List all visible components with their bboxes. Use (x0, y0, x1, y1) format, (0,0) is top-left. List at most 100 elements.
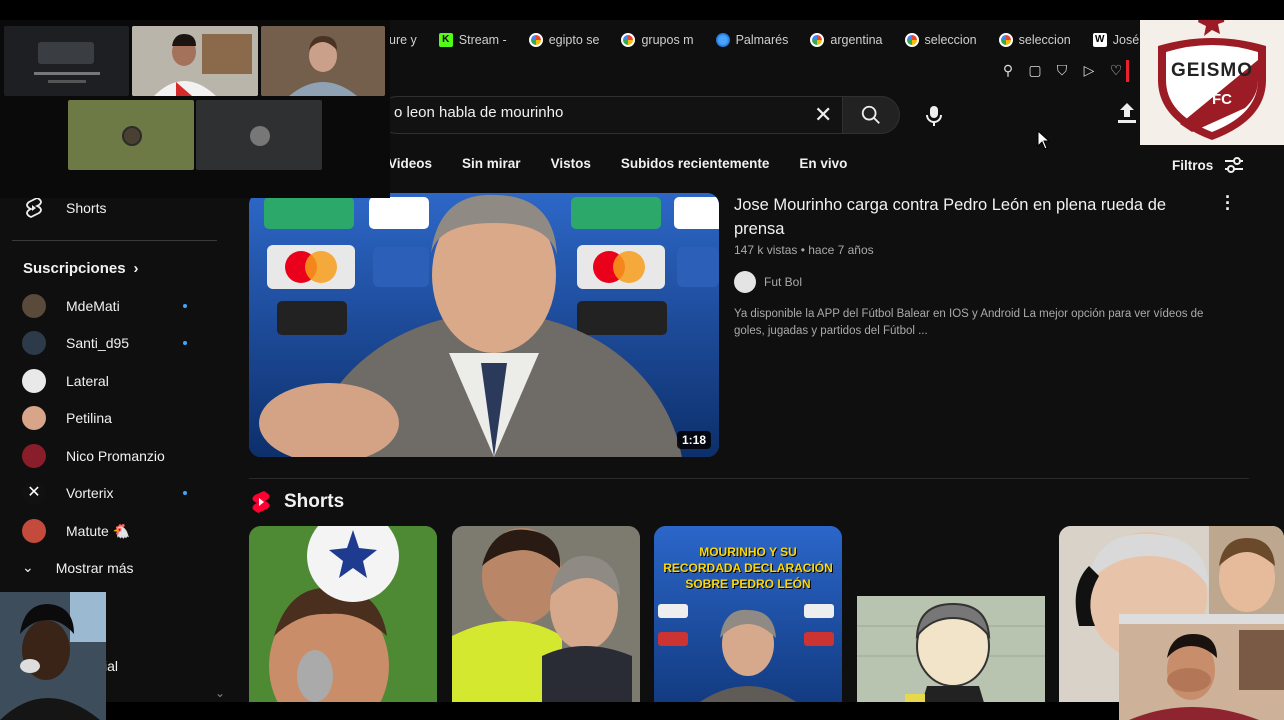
short-overlay-text: MOURINHO Y SU RECORDADA DECLARACIÓN SOBR… (663, 545, 833, 591)
participant-video (132, 26, 258, 96)
call-tile (4, 26, 129, 96)
webcam-overlay (1119, 614, 1284, 720)
short-card[interactable] (857, 526, 1045, 706)
short-card[interactable] (249, 526, 437, 706)
sidebar-item-label: ial (104, 658, 119, 674)
microphone-icon (926, 106, 942, 126)
shorts-icon (26, 196, 42, 219)
chip-sin-mirar[interactable]: Sin mirar (462, 156, 521, 171)
avatar (22, 444, 46, 468)
search-button[interactable] (842, 96, 900, 134)
subscription-item[interactable]: Lateral (22, 369, 109, 393)
short-card[interactable]: MOURINHO Y SU RECORDADA DECLARACIÓN SOBR… (654, 526, 842, 706)
subscription-item[interactable]: ✕ Vorterix (22, 481, 113, 505)
browser-tab[interactable]: argentina (801, 26, 891, 54)
screenshot-icon[interactable]: ▢ (1027, 62, 1043, 79)
shield-icon[interactable]: ⛉ (1054, 62, 1070, 79)
browser-tab[interactable]: seleccion (990, 26, 1080, 54)
video-metadata: 147 k vistas • hace 7 años (734, 243, 874, 257)
stream-frame-edge (0, 0, 1284, 20)
divider (12, 240, 217, 241)
mouse-cursor-icon (1037, 130, 1051, 150)
browser-extension-bar: ⚲ ▢ ⛉ ▷ ♡ (1000, 62, 1124, 79)
stream-frame-edge (106, 702, 1119, 720)
call-tile-graphic (38, 42, 94, 64)
browser-tab[interactable]: K Stream - (430, 26, 516, 54)
new-content-dot (183, 341, 187, 345)
video-thumbnail[interactable]: 1:18 (249, 193, 719, 457)
screen: ure y K Stream - egipto se grupos m Palma… (0, 0, 1284, 720)
browser-tab-strip: ure y K Stream - egipto se grupos m Palma… (380, 22, 1140, 58)
kick-icon: K (438, 33, 453, 47)
sidebar-item-shorts[interactable]: Shorts (22, 196, 106, 220)
video-call-overlay (0, 20, 390, 198)
chip-videos[interactable]: Videos (388, 156, 432, 171)
filter-chips: Videos Sin mirar Vistos Subidos reciente… (388, 156, 847, 171)
avatar (22, 331, 46, 355)
avatar (734, 271, 756, 293)
pin-icon[interactable]: ⚲ (1000, 62, 1016, 79)
participant-video (261, 26, 385, 96)
call-tile (132, 26, 258, 96)
club-logo-subtext: FC (1212, 91, 1232, 108)
club-logo-text: GEISMO (1170, 60, 1253, 81)
wikipedia-icon: W (1092, 33, 1107, 47)
call-tile-caption (34, 72, 100, 75)
avatar (22, 294, 46, 318)
browser-tab[interactable]: grupos m (612, 26, 702, 54)
more-actions-icon[interactable]: · · · (1220, 188, 1236, 218)
show-more-button[interactable]: ⌄ Mostrar más (22, 559, 134, 576)
browser-tab[interactable]: Palmarés (707, 26, 798, 54)
avatar: ✕ (22, 481, 46, 505)
chip-vistos[interactable]: Vistos (551, 156, 591, 171)
avatar (22, 406, 46, 430)
avatar (122, 126, 142, 146)
subscription-item[interactable]: Petilina (22, 406, 112, 430)
send-icon[interactable]: ▷ (1081, 62, 1097, 79)
divider (249, 478, 1249, 479)
chevron-right-icon: › (133, 260, 139, 277)
subscriptions-header[interactable]: Suscripciones › (23, 260, 139, 277)
video-title[interactable]: Jose Mourinho carga contra Pedro León en… (734, 193, 1194, 241)
subscription-item[interactable]: MdeMati (22, 294, 120, 318)
google-icon (528, 33, 543, 47)
channel-link[interactable]: Fut Bol (734, 271, 802, 293)
chevron-down-icon: ⌄ (215, 686, 226, 700)
globe-icon (715, 33, 730, 47)
sliders-icon (1225, 157, 1244, 173)
google-icon (904, 33, 919, 47)
short-thumbnail (857, 526, 1045, 706)
browser-tab[interactable]: seleccion (896, 26, 986, 54)
google-icon (810, 33, 825, 47)
short-thumbnail (249, 526, 437, 706)
chevron-down-icon: ⌄ (22, 559, 34, 575)
new-content-dot (183, 304, 187, 308)
webcam-video (0, 592, 106, 720)
shorts-shelf-header: Shorts (250, 490, 344, 514)
chip-subidos-recientemente[interactable]: Subidos recientemente (621, 156, 770, 171)
close-icon[interactable]: ✕ (814, 102, 832, 128)
subscription-item[interactable]: Santi_d95 (22, 331, 129, 355)
google-icon (998, 33, 1013, 47)
short-card[interactable] (452, 526, 640, 706)
filters-button[interactable]: Filtros (1172, 156, 1245, 174)
thumbnail-image (249, 193, 719, 457)
browser-tab[interactable]: egipto se (520, 26, 609, 54)
video-description: Ya disponible la APP del Fútbol Balear e… (734, 308, 1204, 337)
club-logo: GEISMO FC (1140, 0, 1284, 145)
call-tile (261, 26, 385, 96)
voice-search-button[interactable] (914, 96, 954, 136)
google-icon (621, 33, 636, 47)
search-input[interactable]: o leon habla de mourinho (394, 104, 563, 121)
call-tile (68, 100, 194, 170)
avatar (22, 369, 46, 393)
avatar (250, 126, 270, 146)
heart-icon[interactable]: ♡ (1108, 62, 1124, 79)
upload-icon[interactable] (1114, 100, 1140, 126)
browser-tab[interactable]: WJosé Luis (1084, 26, 1140, 54)
subscription-item[interactable]: Matute 🐔 (22, 519, 130, 543)
new-content-dot (183, 491, 187, 495)
chip-en-vivo[interactable]: En vivo (799, 156, 847, 171)
short-thumbnail (452, 526, 640, 706)
subscription-item[interactable]: Nico Promanzio (22, 444, 165, 468)
